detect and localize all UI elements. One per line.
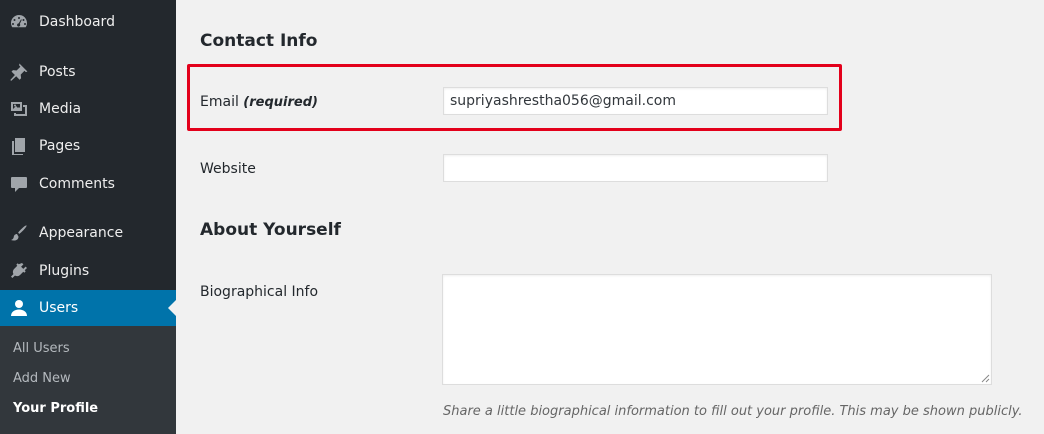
sidebar-item-media[interactable]: Media xyxy=(0,92,176,126)
media-icon xyxy=(9,99,29,119)
admin-sidebar: Dashboard Posts Media Pages Comments App… xyxy=(0,0,176,434)
users-submenu: All Users Add New Your Profile xyxy=(0,326,176,434)
sidebar-item-label: Media xyxy=(39,101,82,117)
sidebar-item-appearance[interactable]: Appearance xyxy=(0,216,176,250)
sidebar-item-label: Plugins xyxy=(39,263,90,279)
sidebar-item-users[interactable]: Users xyxy=(0,290,176,326)
about-yourself-heading: About Yourself xyxy=(200,220,341,240)
contact-info-heading: Contact Info xyxy=(200,31,318,51)
plug-icon xyxy=(9,261,29,281)
sidebar-item-label: Users xyxy=(39,300,79,316)
submenu-item-all-users[interactable]: All Users xyxy=(13,341,70,356)
pin-icon xyxy=(9,62,29,82)
sidebar-item-label: Appearance xyxy=(39,225,124,241)
sidebar-item-plugins[interactable]: Plugins xyxy=(0,254,176,288)
sidebar-item-label: Posts xyxy=(39,64,76,80)
sidebar-item-comments[interactable]: Comments xyxy=(0,167,176,201)
paintbrush-icon xyxy=(9,223,29,243)
sidebar-item-pages[interactable]: Pages xyxy=(0,129,176,163)
required-marker: (required) xyxy=(243,95,318,110)
submenu-item-your-profile[interactable]: Your Profile xyxy=(13,401,98,416)
email-label-text: Email xyxy=(200,94,239,110)
email-label: Email (required) xyxy=(200,94,318,110)
comment-icon xyxy=(9,174,29,194)
resize-handle-icon[interactable] xyxy=(980,373,990,383)
pages-icon xyxy=(9,136,29,156)
biographical-info-textarea[interactable] xyxy=(442,274,992,385)
email-input[interactable] xyxy=(443,87,828,115)
submenu-item-add-new[interactable]: Add New xyxy=(13,371,71,386)
sidebar-item-label: Pages xyxy=(39,138,81,154)
sidebar-item-label: Comments xyxy=(39,176,115,192)
user-icon xyxy=(9,298,29,318)
sidebar-item-dashboard[interactable]: Dashboard xyxy=(0,5,176,39)
biographical-info-description: Share a little biographical information … xyxy=(443,404,1023,419)
website-input[interactable] xyxy=(443,154,828,182)
dashboard-icon xyxy=(9,12,29,32)
sidebar-item-posts[interactable]: Posts xyxy=(0,55,176,89)
sidebar-item-label: Dashboard xyxy=(39,14,115,30)
biographical-info-label: Biographical Info xyxy=(200,284,319,300)
website-label: Website xyxy=(200,161,256,177)
